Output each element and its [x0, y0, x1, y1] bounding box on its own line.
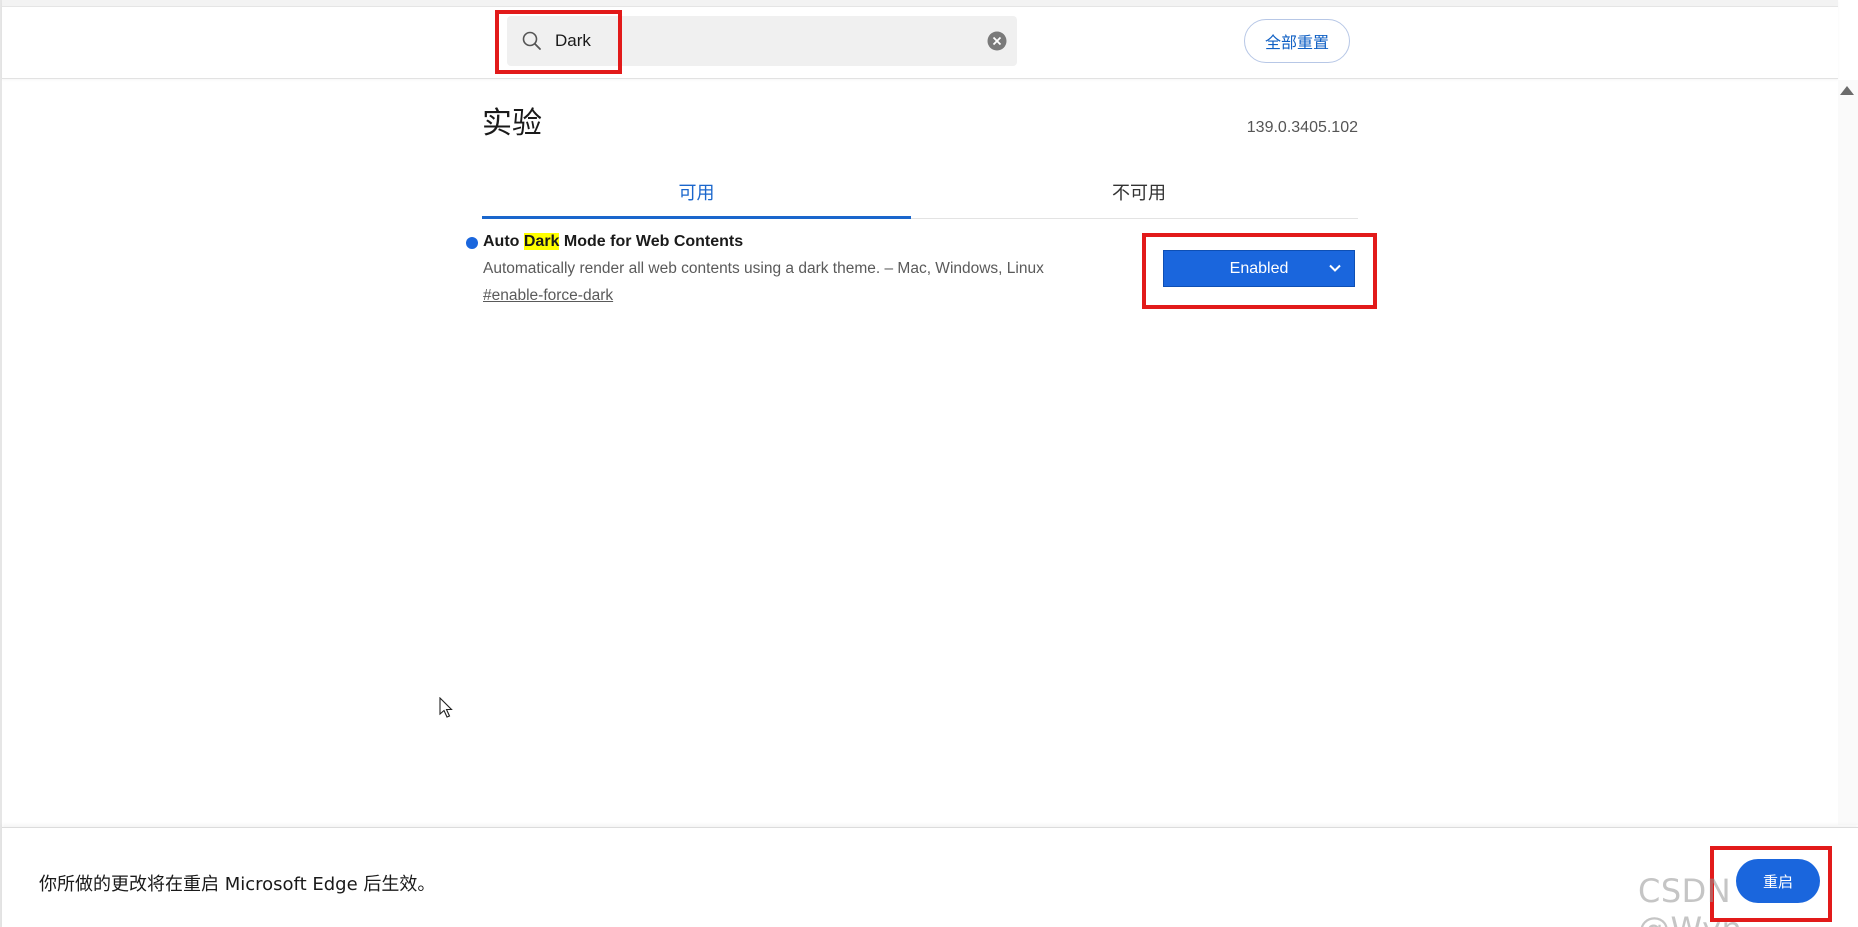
flag-permalink[interactable]: #enable-force-dark — [483, 287, 613, 305]
header-bar: 全部重置 — [2, 0, 1838, 79]
chevron-down-icon — [1329, 264, 1341, 272]
reset-all-button[interactable]: 全部重置 — [1244, 19, 1350, 63]
flag-title-prefix: Auto — [483, 233, 524, 250]
search-icon — [522, 31, 541, 50]
mouse-cursor-icon — [439, 697, 453, 718]
relaunch-button[interactable]: 重启 — [1736, 859, 1820, 903]
flags-page: 全部重置 实验 139.0.3405.102 可用 不可用 Auto Dark … — [0, 0, 1858, 927]
flag-title: Auto Dark Mode for Web Contents — [483, 233, 743, 251]
scrollbar[interactable] — [1838, 80, 1858, 825]
flag-state-value: Enabled — [1229, 259, 1289, 277]
scroll-up-icon[interactable] — [1840, 86, 1854, 95]
search-match-highlight: Dark — [523, 233, 560, 250]
top-edge — [2, 0, 1838, 7]
search-box[interactable] — [507, 16, 1017, 66]
relaunch-bar: 你所做的更改将在重启 Microsoft Edge 后生效。 重启 — [2, 827, 1858, 927]
relaunch-message: 你所做的更改将在重启 Microsoft Edge 后生效。 — [39, 874, 436, 895]
version-label: 139.0.3405.102 — [1246, 119, 1358, 136]
clear-search-icon[interactable] — [987, 31, 1007, 51]
search-input[interactable] — [555, 26, 955, 56]
flag-state-select[interactable]: Enabled — [1163, 250, 1355, 287]
flag-description: Automatically render all web contents us… — [483, 260, 1044, 277]
modified-indicator-dot — [466, 237, 478, 249]
tab-available[interactable]: 可用 — [482, 168, 911, 219]
page-title: 实验 — [482, 106, 542, 141]
tab-unavailable[interactable]: 不可用 — [920, 168, 1358, 216]
flag-title-suffix: Mode for Web Contents — [559, 233, 744, 250]
tab-bar: 可用 不可用 — [482, 168, 1358, 219]
